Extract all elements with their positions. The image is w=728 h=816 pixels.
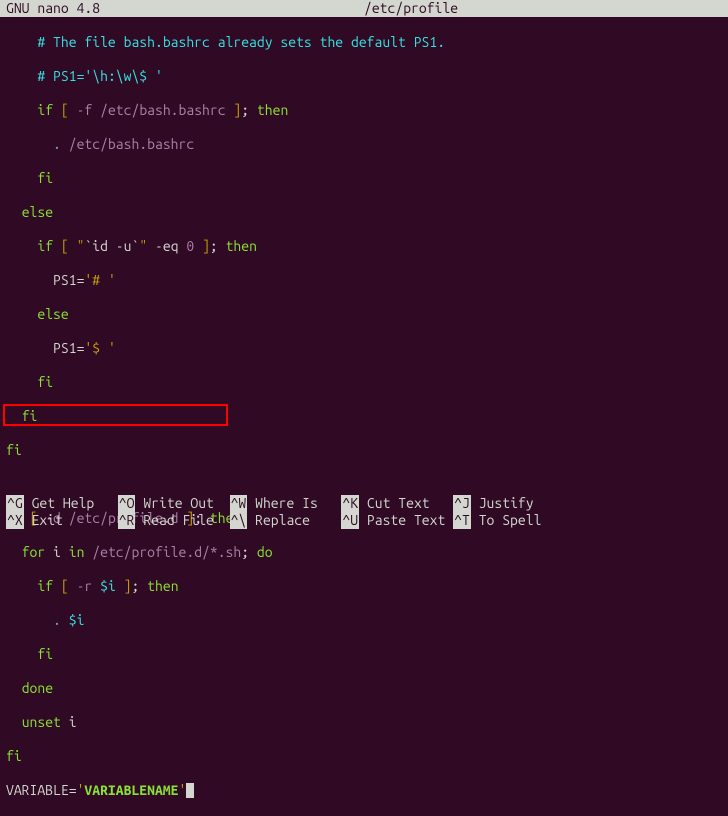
filename: /etc/profile	[100, 0, 722, 17]
code-line: unset i	[6, 714, 722, 731]
code-line: VARIABLE='VARIABLENAME'	[6, 782, 722, 799]
code-line: # PS1='\h:\w\$ '	[6, 68, 722, 85]
code-line: # The file bash.bashrc already sets the …	[6, 34, 722, 51]
shortcut-exit[interactable]: ^X Exit	[6, 512, 118, 529]
code-line: fi	[6, 748, 722, 765]
code-line: PS1='# '	[6, 272, 722, 289]
shortcut-write-out[interactable]: ^O Write Out	[118, 495, 230, 512]
code-line: fi	[6, 442, 722, 459]
shortcut-row-2: ^X Exit ^R Read File ^\ Replace ^U Paste…	[6, 512, 722, 529]
code-line: done	[6, 680, 722, 697]
code-line: else	[6, 204, 722, 221]
shortcut-where-is[interactable]: ^W Where Is	[230, 495, 342, 512]
code-line: else	[6, 306, 722, 323]
editor-area[interactable]: # The file bash.bashrc already sets the …	[0, 17, 728, 816]
code-line: if [ -r $i ]; then	[6, 578, 722, 595]
code-line: PS1='$ '	[6, 340, 722, 357]
code-line: for i in /etc/profile.d/*.sh; do	[6, 544, 722, 561]
nano-titlebar: GNU nano 4.8 /etc/profile	[0, 0, 728, 17]
cursor	[186, 783, 194, 798]
code-line: fi	[6, 646, 722, 663]
shortcut-get-help[interactable]: ^G Get Help	[6, 495, 118, 512]
code-line: fi	[6, 374, 722, 391]
code-line: if [ "`id -u`" -eq 0 ]; then	[6, 238, 722, 255]
code-line: fi	[6, 170, 722, 187]
shortcut-bar: ^G Get Help ^O Write Out ^W Where Is ^K …	[0, 495, 728, 529]
shortcut-row-1: ^G Get Help ^O Write Out ^W Where Is ^K …	[6, 495, 722, 512]
app-name: GNU nano 4.8	[0, 0, 100, 17]
shortcut-cut-text[interactable]: ^K Cut Text	[341, 495, 453, 512]
shortcut-replace[interactable]: ^\ Replace	[230, 512, 342, 529]
code-line: fi	[6, 408, 722, 425]
code-line	[6, 476, 722, 493]
code-line: . $i	[6, 612, 722, 629]
code-line: . /etc/bash.bashrc	[6, 136, 722, 153]
shortcut-read-file[interactable]: ^R Read File	[118, 512, 230, 529]
shortcut-to-spell[interactable]: ^T To Spell	[453, 512, 541, 529]
code-line: if [ -f /etc/bash.bashrc ]; then	[6, 102, 722, 119]
shortcut-paste-text[interactable]: ^U Paste Text	[341, 512, 453, 529]
shortcut-justify[interactable]: ^J Justify	[453, 495, 533, 512]
